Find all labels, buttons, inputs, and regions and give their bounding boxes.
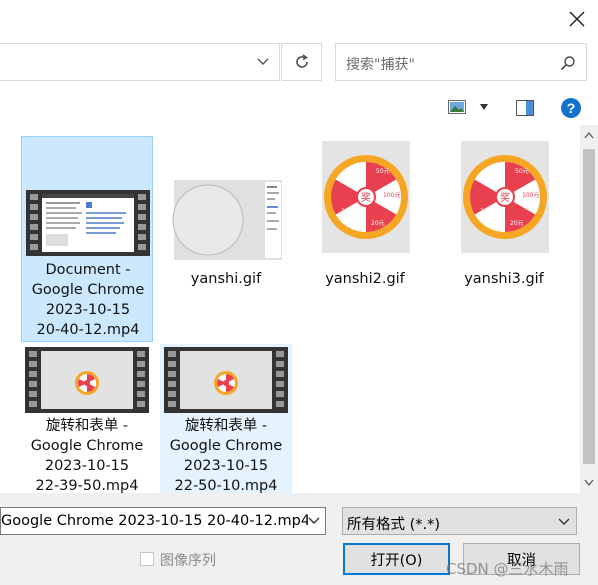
file-item[interactable]: yanshi.gif	[160, 136, 292, 296]
image-sequence-label: 图像序列	[160, 553, 216, 569]
file-name: 旋转和表单 - Google Chrome 2023-10-15 22-39-5…	[30, 418, 144, 493]
svg-text:100元: 100元	[383, 192, 400, 199]
refresh-icon	[295, 54, 308, 68]
file-list[interactable]: Document - Google Chrome 2023-10-15 20-4…	[0, 125, 580, 493]
filename-combobox[interactable]: Google Chrome 2023-10-15 20-40-12.mp4	[0, 507, 326, 535]
file-name: yanshi2.gif	[325, 271, 405, 287]
scroll-down-icon[interactable]	[584, 479, 594, 487]
svg-text:50元: 50元	[515, 168, 529, 175]
gif-thumbnail	[172, 180, 282, 260]
svg-text:奖: 奖	[500, 191, 510, 204]
video-thumbnail	[26, 190, 150, 256]
file-item[interactable]: Document - Google Chrome 2023-10-15 20-4…	[21, 136, 153, 342]
address-bar[interactable]	[0, 43, 280, 81]
svg-text:20元: 20元	[341, 208, 355, 215]
file-item[interactable]: 奖 50元 100元 20元 20元 yanshi2.gif	[299, 136, 431, 296]
view-toolbar	[0, 92, 598, 124]
video-thumbnail	[25, 347, 149, 413]
file-name: Document - Google Chrome 2023-10-15 20-4…	[31, 262, 145, 338]
svg-text:50元: 50元	[376, 168, 390, 175]
preview-pane-icon[interactable]	[516, 100, 534, 116]
svg-text:20元: 20元	[371, 220, 385, 227]
close-icon[interactable]	[568, 10, 586, 28]
chevron-down-icon[interactable]	[257, 57, 269, 67]
chevron-down-icon[interactable]	[558, 518, 570, 526]
file-item[interactable]: 奖 50元 100元 20元 20元 yanshi3.gif	[438, 136, 570, 296]
svg-text:20元: 20元	[480, 208, 494, 215]
wheel-gif-thumbnail: 奖 50元 100元 20元 20元	[322, 141, 410, 253]
file-name: yanshi.gif	[190, 271, 262, 287]
svg-text:20元: 20元	[510, 220, 524, 227]
image-sequence-checkbox[interactable]	[140, 552, 154, 566]
refresh-button[interactable]	[281, 43, 322, 81]
open-button[interactable]: 打开(O)	[343, 543, 450, 575]
scrollbar-thumb[interactable]	[583, 149, 595, 464]
filetype-select[interactable]: 所有格式 (*.*)	[342, 507, 577, 535]
search-icon[interactable]	[560, 55, 576, 71]
help-icon[interactable]: ?	[561, 98, 581, 118]
filename-value[interactable]: Google Chrome 2023-10-15 20-40-12.mp4	[1, 513, 310, 529]
file-item[interactable]: 旋转和表单 - Google Chrome 2023-10-15 22-50-1…	[160, 344, 292, 493]
scroll-up-icon[interactable]	[584, 131, 594, 139]
view-dropdown-icon[interactable]	[480, 104, 488, 110]
view-mode-icon[interactable]	[448, 100, 466, 114]
svg-text:奖: 奖	[361, 191, 371, 204]
title-bar	[0, 0, 598, 40]
file-name: 旋转和表单 - Google Chrome 2023-10-15 22-50-1…	[169, 418, 283, 493]
svg-text:100元: 100元	[522, 192, 539, 199]
wheel-gif-thumbnail: 奖 50元 100元 20元 20元	[461, 141, 549, 253]
vertical-scrollbar[interactable]	[580, 125, 598, 493]
file-item[interactable]: 旋转和表单 - Google Chrome 2023-10-15 22-39-5…	[21, 344, 153, 493]
watermark: CSDN @三水木雨	[446, 560, 569, 578]
video-thumbnail	[164, 347, 288, 413]
file-name: yanshi3.gif	[464, 271, 544, 287]
search-box[interactable]: 搜索"捕获"	[335, 43, 587, 81]
search-placeholder: 搜索"捕获"	[346, 57, 415, 73]
filetype-value: 所有格式 (*.*)	[347, 517, 441, 533]
chevron-down-icon[interactable]	[308, 517, 320, 525]
